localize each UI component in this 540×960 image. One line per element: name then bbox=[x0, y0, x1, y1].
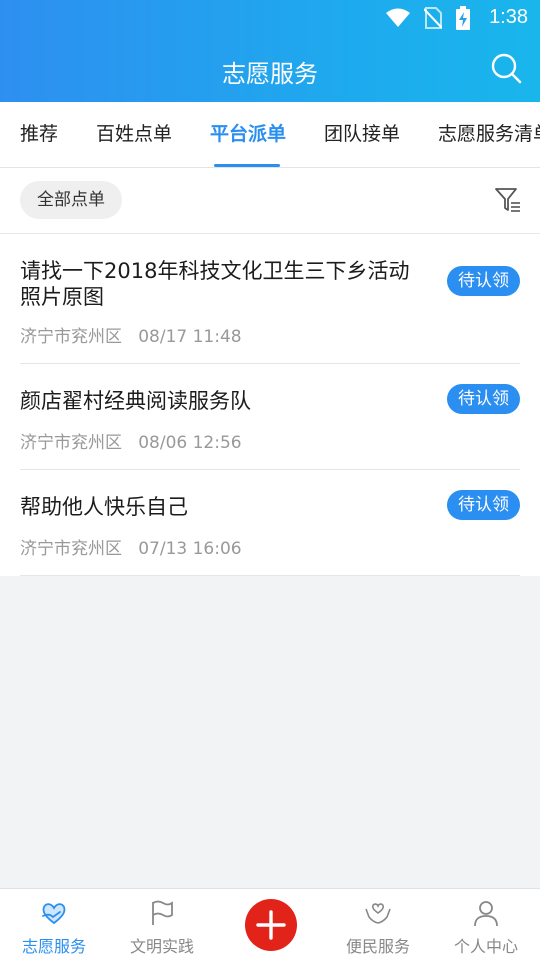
tab-platform-dispatch[interactable]: 平台派单 bbox=[210, 102, 286, 167]
person-icon bbox=[474, 901, 498, 927]
tab-citizen-orders[interactable]: 百姓点单 bbox=[96, 102, 172, 167]
nav-volunteer-service[interactable]: 志愿服务 bbox=[0, 889, 108, 960]
item-meta: 济宁市兖州区 08/06 12:56 bbox=[20, 428, 242, 453]
filter-icon[interactable] bbox=[494, 186, 522, 214]
status-icons bbox=[386, 6, 470, 30]
page-title: 志愿服务 bbox=[222, 60, 318, 88]
item-location: 济宁市兖州区 bbox=[20, 539, 122, 559]
app-header: 1:38 志愿服务 bbox=[0, 0, 540, 102]
item-meta: 济宁市兖州区 08/17 11:48 bbox=[20, 322, 242, 347]
item-title: 帮助他人快乐自己 bbox=[20, 495, 188, 519]
all-orders-chip[interactable]: 全部点单 bbox=[20, 181, 122, 219]
bottom-nav: 志愿服务 文明实践 便民服务 个人中心 bbox=[0, 888, 540, 960]
tab-recommend[interactable]: 推荐 bbox=[20, 102, 58, 167]
nav-label: 个人中心 bbox=[453, 937, 518, 956]
item-location: 济宁市兖州区 bbox=[20, 327, 122, 347]
tab-service-list[interactable]: 志愿服务清单 bbox=[438, 102, 540, 167]
nav-civilization-practice[interactable]: 文明实践 bbox=[108, 889, 216, 960]
add-button[interactable] bbox=[245, 899, 297, 951]
nav-label: 文明实践 bbox=[129, 937, 194, 956]
battery-charging-icon bbox=[456, 6, 470, 30]
filter-row: 全部点单 bbox=[0, 168, 540, 234]
nav-personal-center[interactable]: 个人中心 bbox=[432, 889, 540, 960]
tab-team-orders[interactable]: 团队接单 bbox=[324, 102, 400, 167]
item-datetime: 08/17 11:48 bbox=[138, 327, 242, 347]
item-location: 济宁市兖州区 bbox=[20, 433, 122, 453]
status-time: 1:38 bbox=[489, 6, 528, 28]
item-title: 请找一下2018年科技文化卫生三下乡活动照片原图 bbox=[20, 259, 410, 309]
no-sim-icon bbox=[424, 7, 442, 29]
flag-icon bbox=[152, 900, 173, 925]
order-list: 请找一下2018年科技文化卫生三下乡活动照片原图 济宁市兖州区 08/17 11… bbox=[0, 234, 540, 576]
status-badge[interactable]: 待认领 bbox=[447, 266, 520, 296]
nav-label: 志愿服务 bbox=[21, 937, 86, 956]
list-item[interactable]: 颜店翟村经典阅读服务队 济宁市兖州区 08/06 12:56 待认领 bbox=[20, 364, 520, 470]
item-meta: 济宁市兖州区 07/13 16:06 bbox=[20, 534, 242, 559]
list-item[interactable]: 帮助他人快乐自己 济宁市兖州区 07/13 16:06 待认领 bbox=[20, 470, 520, 576]
active-tab-indicator bbox=[214, 164, 280, 167]
nav-convenience-service[interactable]: 便民服务 bbox=[324, 889, 432, 960]
status-badge[interactable]: 待认领 bbox=[447, 384, 520, 414]
list-item[interactable]: 请找一下2018年科技文化卫生三下乡活动照片原图 济宁市兖州区 08/17 11… bbox=[20, 234, 520, 364]
status-bar: 1:38 bbox=[0, 0, 540, 36]
status-badge[interactable]: 待认领 bbox=[447, 490, 520, 520]
plus-icon bbox=[256, 910, 286, 940]
search-icon[interactable] bbox=[490, 52, 522, 84]
heart-hands-icon bbox=[42, 903, 66, 925]
care-hands-icon bbox=[365, 903, 391, 924]
nav-label: 便民服务 bbox=[345, 937, 410, 956]
item-datetime: 08/06 12:56 bbox=[138, 433, 242, 453]
item-datetime: 07/13 16:06 bbox=[138, 539, 242, 559]
category-tabs: 推荐 百姓点单 平台派单 团队接单 志愿服务清单 bbox=[0, 102, 540, 168]
wifi-icon bbox=[386, 8, 410, 27]
item-title: 颜店翟村经典阅读服务队 bbox=[20, 389, 251, 413]
